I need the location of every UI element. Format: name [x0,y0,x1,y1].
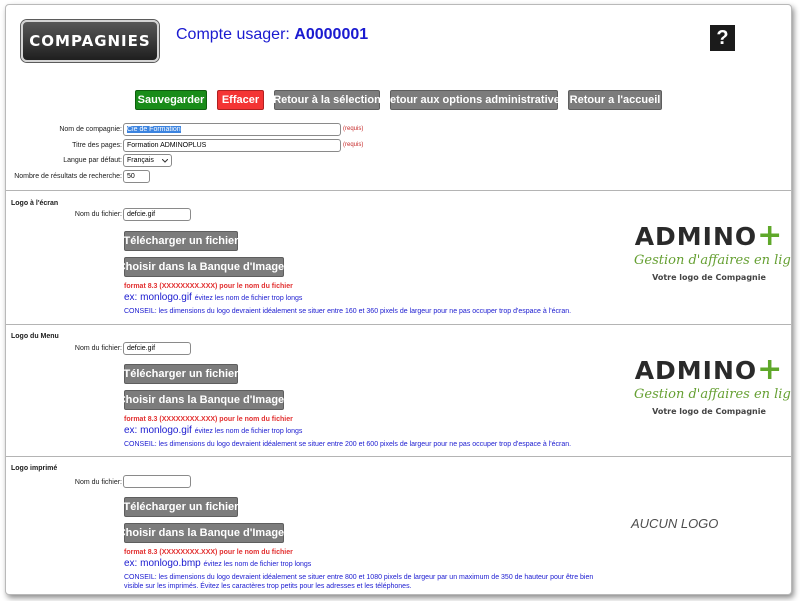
plus-icon: + [757,352,784,387]
print-logo-advice: CONSEIL: les dimensions du logo devraien… [124,574,594,590]
language-value: Français [127,157,154,164]
print-logo-upload-button[interactable]: Télécharger un fichier [124,497,238,517]
page-title-input[interactable]: Formation ADMINOPLUS [123,139,341,152]
screen-logo-example-main: ex: monlogo.gif [124,292,192,303]
company-name-required: (requis) [343,126,364,132]
menu-logo-example-note: évitez les nom de fichier trop longs [194,428,303,435]
print-logo-file-input[interactable] [123,475,191,488]
clear-button[interactable]: Effacer [217,90,264,110]
screen-logo-upload-button[interactable]: Télécharger un fichier [124,231,238,251]
divider [6,190,791,191]
divider [6,324,791,325]
admino-wordmark: ADMINO+ [634,218,784,253]
print-logo-image-bank-button[interactable]: Choisir dans la Banque d'Images [118,523,290,543]
print-logo-file-label: Nom du fichier: [74,479,122,486]
save-button[interactable]: Sauvegarder [135,90,207,110]
screen-logo-example: ex: monlogo.gif évitez les nom de fichie… [124,292,302,303]
account-label: Compte usager: [176,26,290,43]
print-logo-example-main: ex: monlogo.bmp [124,558,201,569]
account-heading: Compte usager: A0000001 [176,26,368,44]
menu-logo-upload-button[interactable]: Télécharger un fichier [124,364,238,384]
page-title-required: (requis) [343,142,364,148]
screen-logo-title: Logo à l'écran [11,200,59,207]
company-name-value: Cie de Formation [127,126,181,133]
menu-logo-example: ex: monlogo.gif évitez les nom de fichie… [124,425,302,436]
logo-caption: Votre logo de Compagnie [652,273,766,282]
logo-tagline: Gestion d'affaires en ligne [634,253,792,268]
screen-logo-format-note: format 8.3 (XXXXXXXX.XXX) pour le nom du… [124,283,293,290]
company-name-input[interactable]: Cie de Formation [123,123,341,136]
menu-logo-example-main: ex: monlogo.gif [124,425,192,436]
back-to-home-button[interactable]: Retour a l'accueil [568,90,662,110]
screen-logo-file-input[interactable]: defcie.gif [123,208,191,221]
language-select[interactable]: Français [123,154,172,167]
screen-logo-example-note: évitez les nom de fichier trop longs [194,295,303,302]
plus-icon: + [757,218,784,253]
admino-wordmark: ADMINO+ [634,352,784,387]
screen-logo-advice: CONSEIL: les dimensions du logo devraien… [124,308,572,315]
companies-brand-badge: COMPAGNIES [21,20,159,62]
no-logo-text: AUCUN LOGO [631,516,719,531]
menu-logo-preview: ADMINO+ Gestion d'affaires en ligne Votr… [634,352,792,416]
menu-logo-file-input[interactable]: defcie.gif [123,342,191,355]
menu-logo-file-label: Nom du fichier: [74,345,122,352]
chevron-down-icon [162,159,168,163]
search-results-input[interactable]: 50 [123,170,150,183]
menu-logo-advice: CONSEIL: les dimensions du logo devraien… [124,441,572,448]
logo-tagline: Gestion d'affaires en ligne [634,387,792,402]
screen-logo-preview: ADMINO+ Gestion d'affaires en ligne Votr… [634,218,792,282]
screen-logo-image-bank-button[interactable]: Choisir dans la Banque d'Images [118,257,290,277]
logo-caption: Votre logo de Compagnie [652,407,766,416]
page-frame: COMPAGNIES Compte usager: A0000001 ? Sau… [5,4,792,595]
print-logo-title: Logo imprimé [11,465,58,472]
print-logo-format-note: format 8.3 (XXXXXXXX.XXX) pour le nom du… [124,549,293,556]
company-name-label: Nom de compagnie: [59,126,122,133]
divider [6,456,791,457]
print-logo-example-note: évitez les nom de fichier trop longs [203,561,312,568]
menu-logo-image-bank-button[interactable]: Choisir dans la Banque d'Images [118,390,290,410]
search-results-label: Nombre de résultats de recherche: [14,173,122,180]
back-to-admin-options-button[interactable]: Retour aux options administratives [382,90,566,110]
help-icon[interactable]: ? [710,25,735,51]
back-to-selection-button[interactable]: Retour à la sélection [273,90,381,110]
account-id: A0000001 [294,26,369,43]
menu-logo-format-note: format 8.3 (XXXXXXXX.XXX) pour le nom du… [124,416,293,423]
print-logo-example: ex: monlogo.bmp évitez les nom de fichie… [124,558,311,569]
language-label: Langue par défaut: [63,157,122,164]
page-title-label: Titre des pages: [72,142,122,149]
menu-logo-title: Logo du Menu [11,333,59,340]
screen-logo-file-label: Nom du fichier: [74,211,122,218]
